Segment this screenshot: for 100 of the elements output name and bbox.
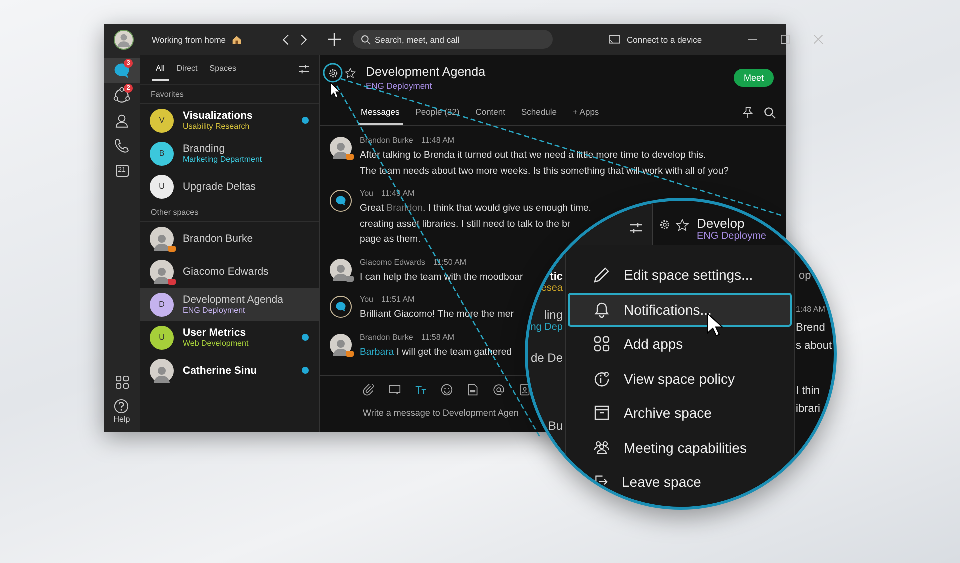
paperclip-icon[interactable] <box>363 384 375 396</box>
author-name: Brandon Burke <box>360 135 414 147</box>
pencil-icon <box>594 267 610 284</box>
space-tab[interactable]: Messages <box>358 100 403 125</box>
message-text: creating asset libraries. I still need to talk to the br <box>360 218 572 232</box>
message-time: 11:58 AM <box>421 332 455 344</box>
file-icon[interactable] <box>519 384 531 396</box>
section-header: Favorites <box>140 85 319 104</box>
space-name: Brandon Burke <box>183 232 254 244</box>
filter-icon <box>630 223 642 233</box>
space-name: Branding <box>183 143 226 155</box>
space-name: ling <box>544 308 563 322</box>
help-button[interactable]: Help <box>114 399 130 432</box>
search-field[interactable]: Search, meet, and call <box>353 30 554 49</box>
archive-box-icon <box>594 405 610 422</box>
space-list-item[interactable]: D Development Agenda ENG Deployment <box>140 288 319 321</box>
space-name: User Metrics <box>183 327 248 339</box>
forward-icon[interactable] <box>300 34 308 46</box>
back-icon[interactable] <box>282 34 290 46</box>
message-text: Brend <box>796 321 826 336</box>
message-text: I can help the team with the moodboar <box>360 270 524 284</box>
message-input[interactable]: Write a message to Development Agen <box>363 408 523 418</box>
filter-tab[interactable]: All <box>152 58 169 81</box>
chat-bubble-icon <box>335 301 347 313</box>
people-circle-icon <box>113 86 131 104</box>
space-name: Upgrade Deltas <box>183 180 257 192</box>
help-icon <box>114 399 130 414</box>
maximize-icon[interactable] <box>781 35 790 44</box>
author-name: Brandon Burke <box>360 332 414 344</box>
space-tab[interactable]: Schedule <box>518 100 560 125</box>
highlight-ring <box>323 63 343 83</box>
bell-icon <box>594 302 610 318</box>
space-subtitle: ENG Deployment <box>366 80 434 90</box>
message-time: 11:51 AM <box>382 294 415 306</box>
menu-item[interactable]: Meeting capabilities <box>568 430 792 465</box>
space-list-item[interactable]: Giacomo Edwards <box>140 255 319 288</box>
emoji-icon[interactable] <box>441 384 453 396</box>
filter-tab[interactable]: Spaces <box>206 58 240 81</box>
space-avatar: U <box>150 326 174 350</box>
menu-item[interactable]: View space policy <box>568 362 792 396</box>
plus-icon[interactable] <box>328 33 342 46</box>
message-text: page as them. <box>360 233 422 247</box>
phone-icon <box>114 138 130 154</box>
space-avatar: U <box>150 174 174 198</box>
space-list-item[interactable]: Catherine Sinu <box>140 354 319 387</box>
search-icon[interactable] <box>764 106 776 118</box>
chat-bubble-icon <box>113 62 131 80</box>
search-icon <box>361 35 372 45</box>
menu-item[interactable]: Leave space <box>568 465 792 500</box>
message-text: s about <box>796 339 834 354</box>
author-name: Giacomo Edwards <box>360 256 426 268</box>
space-subtitle: Usability Research <box>183 122 251 131</box>
whiteboard-icon[interactable] <box>389 384 401 396</box>
space-name: tic <box>550 270 563 282</box>
space-tab[interactable]: Content <box>472 100 508 125</box>
menu-item[interactable]: Notifications... <box>568 292 792 327</box>
space-list-item[interactable]: V Visualizations Usability Research <box>140 104 319 137</box>
unread-dot <box>302 117 309 124</box>
chat-bubble-icon <box>335 195 347 207</box>
space-list-item[interactable]: B Branding Marketing Department <box>140 137 319 170</box>
star-icon[interactable] <box>345 68 356 79</box>
space-name: Bu <box>548 419 563 433</box>
message-text: Barbara I will get the team gathered <box>360 346 512 360</box>
star-icon <box>676 219 689 232</box>
space-name: Giacomo Edwards <box>183 266 270 278</box>
space-title: Develop <box>697 216 746 231</box>
apps-grid-icon[interactable] <box>116 376 128 389</box>
menu-item[interactable]: Add apps <box>568 327 792 362</box>
message-time: 11:50 AM <box>433 256 467 268</box>
person-silhouette-icon <box>116 32 132 48</box>
space-name: Development Agenda <box>183 294 284 306</box>
space-name: Catherine Sinu <box>183 364 258 376</box>
text-format-icon[interactable] <box>415 384 427 396</box>
filter-icon[interactable] <box>299 65 309 74</box>
mention-icon[interactable] <box>493 384 505 396</box>
tab-label: op <box>799 269 812 284</box>
message-text: ibrari <box>796 402 822 417</box>
message-time: 1:48 AM <box>796 304 826 316</box>
space-subtitle: ng Dep <box>530 322 563 332</box>
space-list-item[interactable]: U Upgrade Deltas <box>140 170 319 203</box>
menu-item[interactable]: Edit space settings... <box>568 258 792 292</box>
space-list-item[interactable]: U User Metrics Web Development <box>140 321 319 354</box>
pin-icon[interactable] <box>742 106 754 118</box>
section-header: Other spaces <box>140 203 319 222</box>
space-subtitle: ENG Deployment <box>183 306 246 315</box>
space-name: Visualizations <box>183 110 254 122</box>
status-text[interactable]: Working from home <box>152 34 226 44</box>
settings-icon[interactable] <box>328 68 339 79</box>
message-text: Brilliant Giacomo! The more the mer <box>360 308 514 322</box>
gif-icon[interactable] <box>467 384 479 396</box>
minimize-icon[interactable] <box>748 38 758 40</box>
menu-item[interactable]: Archive space <box>568 396 792 430</box>
filter-tab[interactable]: Direct <box>172 58 202 81</box>
space-subtitle: Marketing Department <box>183 155 264 164</box>
info-circle-icon <box>594 370 610 387</box>
connect-device-button[interactable]: Connect to a device <box>609 34 702 44</box>
space-list-item[interactable]: Brandon Burke <box>140 222 319 255</box>
message-time: 11:49 AM <box>382 188 415 200</box>
user-avatar[interactable] <box>114 30 134 50</box>
space-tab[interactable]: + Apps <box>570 100 602 125</box>
